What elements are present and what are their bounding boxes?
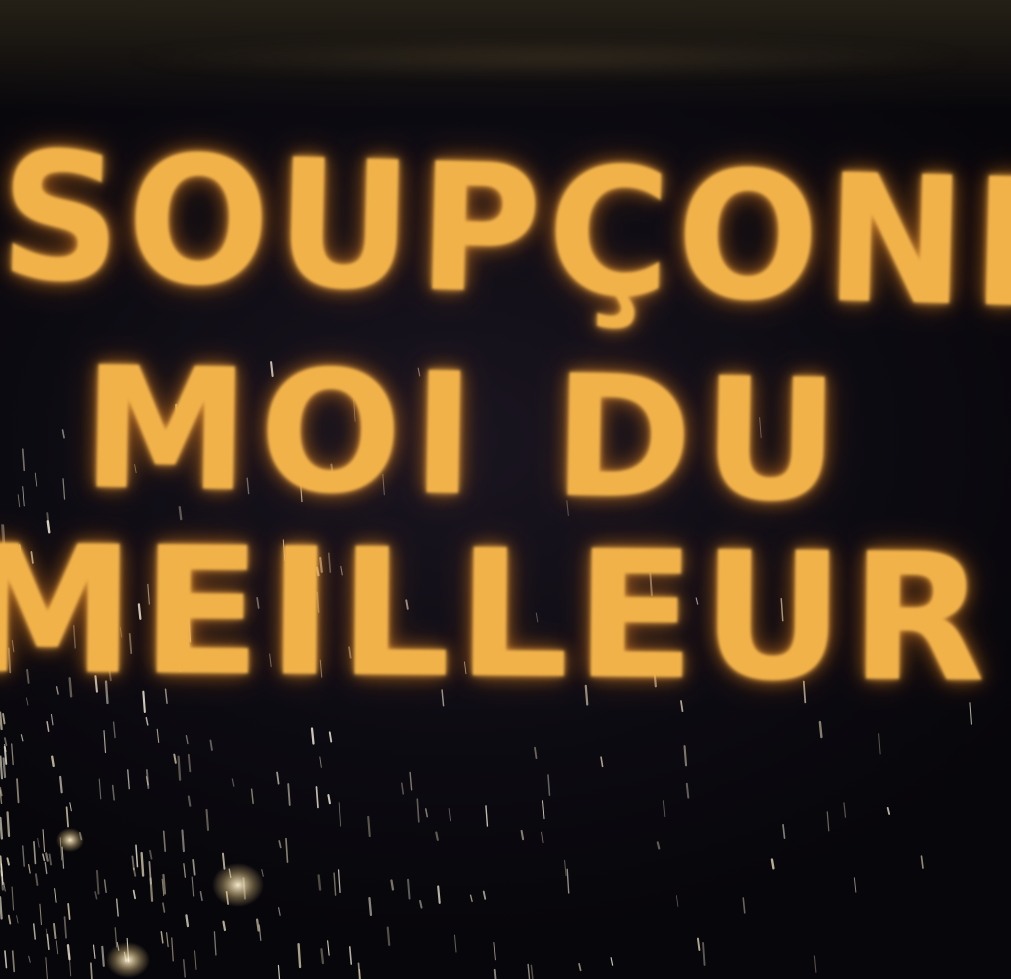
- graffiti-line-3: MEILLEUR: [0, 507, 993, 722]
- photo-scene: SOUPÇONNE MOI DU MEILLEUR: [0, 0, 1011, 979]
- graffiti-line-2: MOI DU: [80, 330, 851, 540]
- graffiti-text: SOUPÇONNE MOI DU MEILLEUR: [0, 0, 1011, 979]
- graffiti-line-1: SOUPÇONNE: [0, 113, 1011, 354]
